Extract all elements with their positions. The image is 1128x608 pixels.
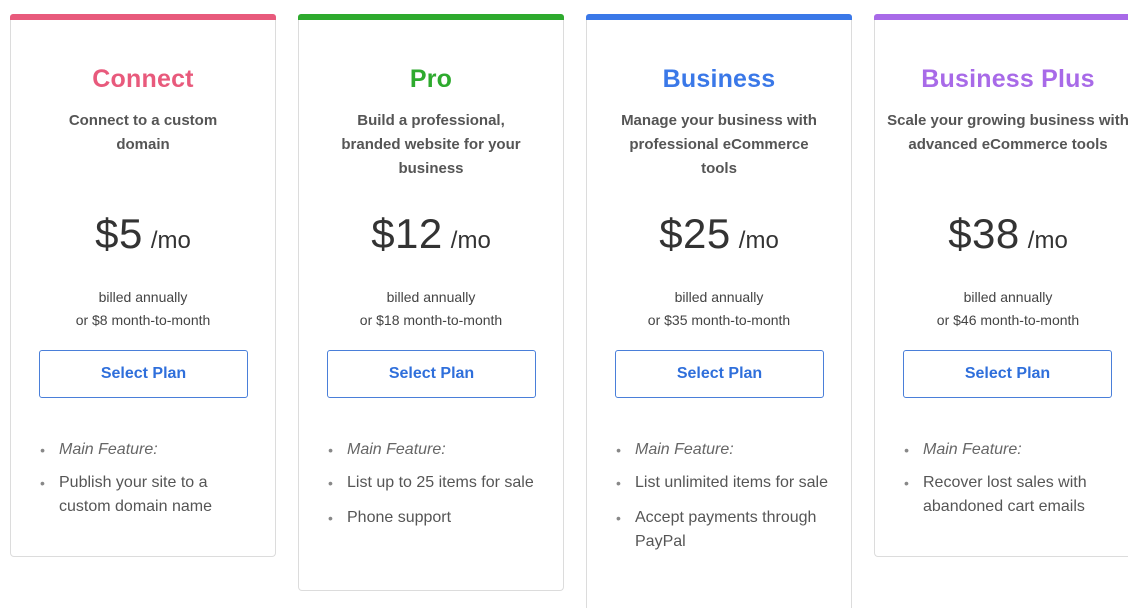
main-feature-label: • Main Feature: bbox=[40, 438, 259, 462]
billing-info: billed annually or $35 month-to-month bbox=[587, 286, 851, 332]
plan-description: Manage your business with professional e… bbox=[621, 112, 817, 177]
feature-text: Publish your site to a custom domain nam… bbox=[59, 474, 212, 515]
bullet-icon: • bbox=[616, 475, 621, 491]
price-unit: /mo bbox=[150, 227, 191, 254]
billing-info: billed annually or $8 month-to-month bbox=[11, 286, 275, 332]
billing-annual: billed annually bbox=[386, 289, 476, 305]
select-plan-button[interactable]: Select Plan bbox=[39, 350, 248, 398]
plan-card-pro: Pro Build a professional, branded websit… bbox=[298, 14, 564, 591]
feature-item: • List up to 25 items for sale bbox=[328, 471, 547, 495]
select-plan-button[interactable]: Select Plan bbox=[903, 350, 1112, 398]
billing-annual: billed annually bbox=[98, 289, 188, 305]
feature-item: • Accept payments through PayPal bbox=[616, 506, 835, 554]
bullet-icon: • bbox=[616, 510, 621, 526]
feature-list: • Main Feature: • List unlimited items for… bbox=[616, 438, 835, 565]
feature-text: Main Feature: bbox=[347, 441, 446, 458]
plan-card-business-plus: Business Plus Scale your growing busines… bbox=[874, 14, 1128, 557]
select-plan-button[interactable]: Select Plan bbox=[615, 350, 824, 398]
feature-list: • Main Feature: • Recover lost sales with … bbox=[904, 438, 1123, 530]
plan-name: Business bbox=[662, 65, 776, 93]
select-plan-button[interactable]: Select Plan bbox=[327, 350, 536, 398]
bullet-icon: • bbox=[904, 442, 909, 458]
plan-description: Build a professional, branded website fo… bbox=[341, 112, 521, 177]
billing-monthly: or $8 month-to-month bbox=[75, 312, 211, 328]
feature-text: List up to 25 items for sale bbox=[347, 474, 534, 491]
plan-price: $5/mo bbox=[11, 210, 275, 258]
plan-accent-bar bbox=[298, 14, 564, 20]
plan-name: Pro bbox=[409, 65, 453, 93]
main-feature-label: • Main Feature: bbox=[328, 438, 547, 462]
plan-accent-bar bbox=[874, 14, 1128, 20]
bullet-icon: • bbox=[328, 510, 333, 526]
price-amount: $5 bbox=[95, 210, 143, 257]
plan-price: $12/mo bbox=[299, 210, 563, 258]
bullet-icon: • bbox=[328, 475, 333, 491]
plan-accent-bar bbox=[10, 14, 276, 20]
feature-item: • Publish your site to a custom domain na… bbox=[40, 471, 259, 519]
feature-item: • Phone support bbox=[328, 506, 547, 530]
pricing-plans: Connect Connect to a custom domain $5/mo… bbox=[0, 0, 1128, 608]
billing-monthly: or $35 month-to-month bbox=[647, 312, 791, 328]
plan-card-business: Business Manage your business with profe… bbox=[586, 14, 852, 608]
billing-annual: billed annually bbox=[963, 289, 1053, 305]
plan-description: Connect to a custom domain bbox=[68, 112, 218, 153]
billing-monthly: or $18 month-to-month bbox=[359, 312, 503, 328]
bullet-icon: • bbox=[616, 442, 621, 458]
feature-text: Main Feature: bbox=[59, 441, 158, 458]
plan-name: Connect bbox=[92, 65, 194, 93]
bullet-icon: • bbox=[40, 475, 45, 491]
feature-list: • Main Feature: • Publish your site to a c… bbox=[40, 438, 259, 530]
feature-text: Recover lost sales with abandoned cart e… bbox=[923, 474, 1087, 515]
main-feature-label: • Main Feature: bbox=[616, 438, 835, 462]
feature-list: • Main Feature: • List up to 25 items for … bbox=[328, 438, 547, 541]
plan-card-connect: Connect Connect to a custom domain $5/mo… bbox=[10, 14, 276, 557]
plan-name: Business Plus bbox=[921, 65, 1095, 93]
feature-text: Phone support bbox=[347, 509, 452, 526]
billing-info: billed annually or $18 month-to-month bbox=[299, 286, 563, 332]
price-unit: /mo bbox=[450, 227, 491, 254]
billing-annual: billed annually bbox=[674, 289, 764, 305]
price-amount: $38 bbox=[948, 210, 1020, 257]
price-amount: $25 bbox=[659, 210, 731, 257]
bullet-icon: • bbox=[904, 475, 909, 491]
bullet-icon: • bbox=[40, 442, 45, 458]
price-amount: $12 bbox=[371, 210, 443, 257]
price-unit: /mo bbox=[738, 227, 779, 254]
plan-accent-bar bbox=[586, 14, 852, 20]
feature-text: Main Feature: bbox=[635, 441, 734, 458]
plan-price: $38/mo bbox=[875, 210, 1128, 258]
plan-description: Scale your growing business with advance… bbox=[887, 112, 1128, 153]
feature-text: List unlimited items for sale bbox=[635, 474, 828, 491]
price-unit: /mo bbox=[1027, 227, 1068, 254]
billing-info: billed annually or $46 month-to-month bbox=[875, 286, 1128, 332]
bullet-icon: • bbox=[328, 442, 333, 458]
feature-text: Main Feature: bbox=[923, 441, 1022, 458]
feature-item: • List unlimited items for sale bbox=[616, 471, 835, 495]
plan-price: $25/mo bbox=[587, 210, 851, 258]
feature-item: • Recover lost sales with abandoned cart … bbox=[904, 471, 1123, 519]
main-feature-label: • Main Feature: bbox=[904, 438, 1123, 462]
feature-text: Accept payments through PayPal bbox=[635, 509, 817, 550]
billing-monthly: or $46 month-to-month bbox=[936, 312, 1080, 328]
